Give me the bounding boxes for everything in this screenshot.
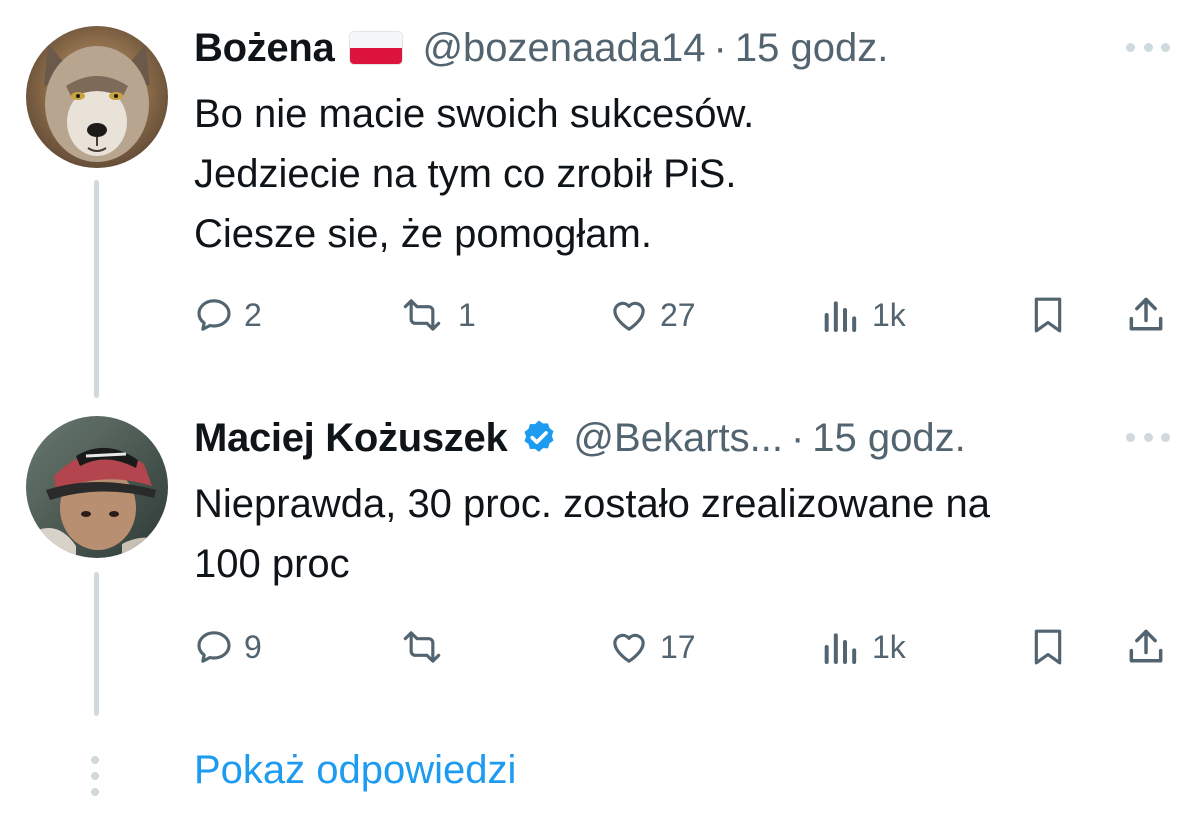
analytics-icon <box>824 301 857 332</box>
tweet-text-line: Ciesze sie, że pomogłam. <box>194 212 652 256</box>
tweet-text: Bo nie macie swoich sukcesów. Jedziecie … <box>194 84 1160 264</box>
heart-icon <box>613 301 645 331</box>
tweet-actions: 9 17 1k <box>190 622 1180 672</box>
heart-icon <box>613 633 645 663</box>
retweet-count: 1 <box>458 296 476 333</box>
author-handle[interactable]: @bozenaada14 <box>422 26 705 71</box>
separator-dot: · <box>713 25 727 70</box>
like-button[interactable]: 17 <box>608 622 696 672</box>
retweet-icon <box>403 631 441 663</box>
tweet-2[interactable]: Maciej Kożuszek @Bekarts... · 15 godz. N… <box>0 400 1200 740</box>
tweet-text-line: Nieprawda, 30 proc. zostało zrealizowane… <box>194 482 990 526</box>
share-button[interactable] <box>1124 290 1168 340</box>
thread-line <box>94 180 99 398</box>
tweet-header: Bożena @bozenaada14 · 15 godz. <box>194 18 1160 78</box>
author-handle[interactable]: @Bekarts... <box>573 416 783 461</box>
tweet-time[interactable]: 15 godz. <box>812 416 965 461</box>
tweet-text: Nieprawda, 30 proc. zostało zrealizowane… <box>194 474 1160 594</box>
views-count: 1k <box>872 296 906 333</box>
bookmark-icon <box>1034 297 1062 333</box>
show-replies-link[interactable]: Pokaż odpowiedzi <box>194 748 516 793</box>
reply-icon <box>197 631 231 663</box>
separator-dot: · <box>790 415 805 460</box>
retweet-button[interactable] <box>396 622 458 672</box>
bookmark-icon <box>1034 629 1062 665</box>
poland-flag-icon <box>350 32 403 64</box>
thread-continuation-dots-icon <box>90 756 100 796</box>
tweet-text-line: 100 proc <box>194 542 350 586</box>
views-count: 1k <box>872 628 906 665</box>
analytics-icon <box>824 633 857 664</box>
tweet-text-line: Jedziecie na tym co zrobił PiS. <box>194 152 737 196</box>
verified-badge-icon[interactable] <box>519 418 559 458</box>
share-button[interactable] <box>1124 622 1168 672</box>
share-icon <box>1129 297 1163 331</box>
reply-count: 9 <box>244 628 262 665</box>
like-button[interactable]: 27 <box>608 290 696 340</box>
reply-icon <box>197 299 231 331</box>
like-count: 17 <box>660 628 696 665</box>
thread-line <box>94 572 99 716</box>
like-count: 27 <box>660 296 696 333</box>
retweet-icon <box>403 299 441 331</box>
more-options-icon[interactable] <box>1126 43 1170 53</box>
avatar-bozena[interactable] <box>26 26 168 168</box>
author-name[interactable]: Maciej Kożuszek <box>194 416 508 461</box>
tweet-time[interactable]: 15 godz. <box>735 26 888 71</box>
tweet-1[interactable]: Bożena @bozenaada14 · 15 godz. Bo nie ma… <box>0 0 1200 400</box>
tweet-header: Maciej Kożuszek @Bekarts... · 15 godz. <box>194 408 1160 468</box>
tweet-actions: 2 1 27 1k <box>190 290 1180 340</box>
bookmark-button[interactable] <box>1028 290 1068 340</box>
retweet-button[interactable]: 1 <box>396 290 476 340</box>
reply-button[interactable]: 9 <box>194 622 262 672</box>
reply-count: 2 <box>244 296 262 333</box>
more-options-icon[interactable] <box>1126 433 1170 443</box>
author-name[interactable]: Bożena <box>194 26 335 71</box>
tweet-text-line: Bo nie macie swoich sukcesów. <box>194 92 755 136</box>
views-button[interactable]: 1k <box>818 622 906 672</box>
share-icon <box>1129 629 1163 663</box>
avatar-maciej[interactable] <box>26 416 168 558</box>
views-button[interactable]: 1k <box>818 290 906 340</box>
bookmark-button[interactable] <box>1028 622 1068 672</box>
reply-button[interactable]: 2 <box>194 290 262 340</box>
